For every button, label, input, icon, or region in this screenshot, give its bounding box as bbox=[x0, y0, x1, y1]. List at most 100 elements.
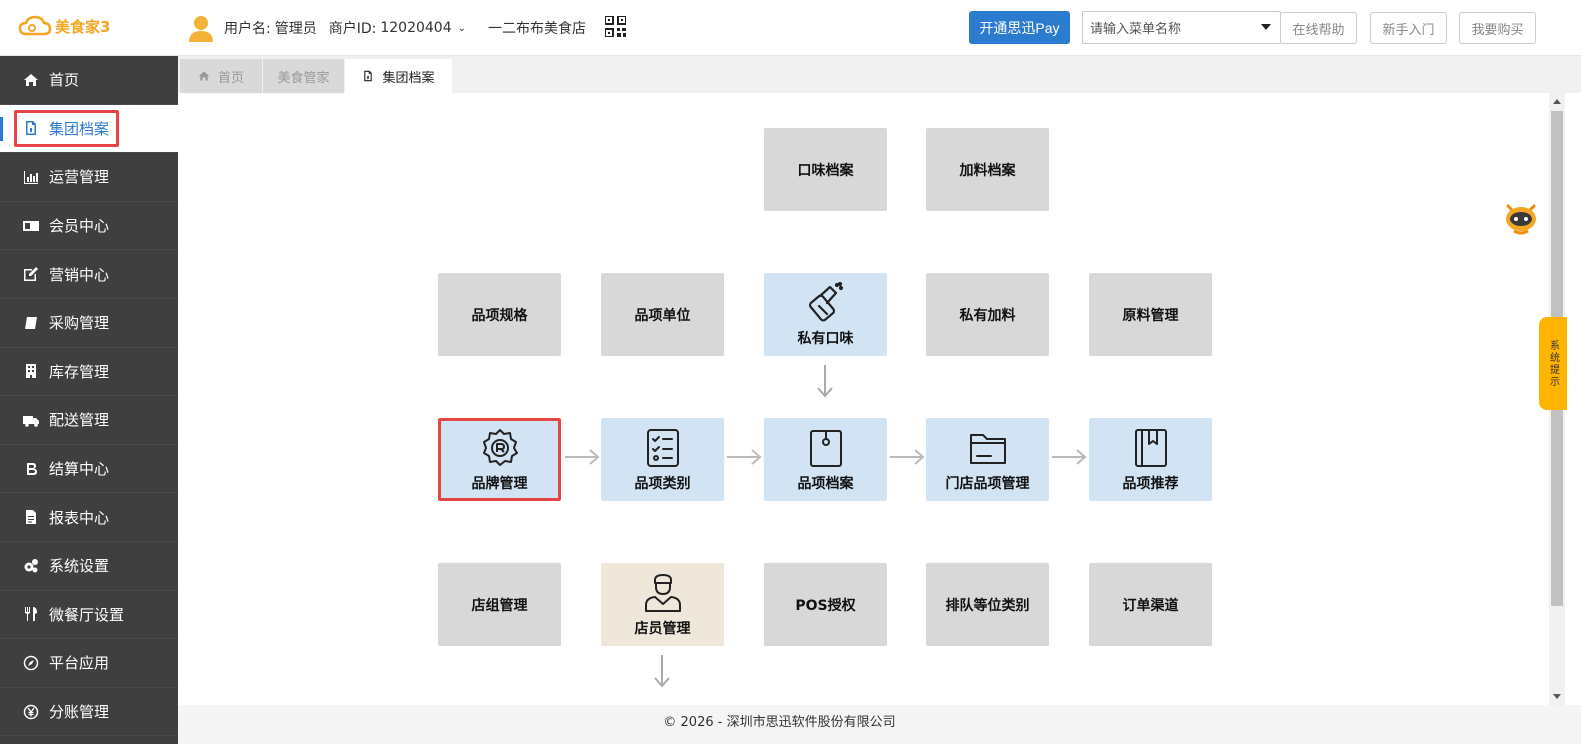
archive-folder-icon bbox=[809, 429, 842, 467]
brand-management-card[interactable]: 品牌管理 bbox=[438, 418, 561, 501]
truck-icon bbox=[23, 415, 39, 427]
sidebar-item-group-archive[interactable]: 集团档案 bbox=[0, 104, 178, 154]
pos-authorization-card[interactable]: POS授权 bbox=[764, 563, 887, 646]
copyright-text: © 2026 - 深圳市思迅软件股份有限公司 bbox=[663, 715, 896, 730]
home-icon bbox=[24, 73, 38, 86]
cutlery-icon bbox=[25, 607, 37, 622]
card-label: 口味档案 bbox=[797, 162, 854, 179]
buy-button[interactable]: 我要购买 bbox=[1459, 12, 1536, 44]
menu-search-placeholder: 请输入菜单名称 bbox=[1090, 22, 1182, 37]
beginner-guide-button[interactable]: 新手入门 bbox=[1370, 12, 1447, 44]
system-tip-tab[interactable]: 系统提示 bbox=[1539, 317, 1567, 410]
tab-label: 美食管家 bbox=[277, 70, 330, 86]
book-icon bbox=[25, 316, 37, 329]
arrow-down-icon bbox=[654, 655, 670, 688]
sidebar-item-label: 系统设置 bbox=[49, 557, 110, 576]
sidebar-item-label: 营销中心 bbox=[49, 265, 110, 284]
folder-icon bbox=[969, 433, 1006, 464]
compass-icon bbox=[23, 655, 39, 671]
caret-down-icon bbox=[1261, 24, 1271, 30]
sidebar-item-micro-restaurant[interactable]: 微餐厅设置 bbox=[0, 591, 178, 640]
sidebar-item-label: 配送管理 bbox=[49, 411, 110, 430]
item-category-card[interactable]: 品项类别 bbox=[601, 418, 724, 501]
user-info[interactable]: 用户名: 管理员 商户ID: 12020404 ⌄ 一二布布美食店 bbox=[188, 14, 590, 42]
card-label: 品项推荐 bbox=[1122, 475, 1179, 492]
merchant-label: 商户ID: bbox=[328, 21, 377, 37]
edit-icon bbox=[24, 267, 38, 282]
tab-group-archive[interactable]: 集团档案 bbox=[345, 59, 452, 93]
card-label: 订单渠道 bbox=[1122, 597, 1179, 614]
sidebar-item-settlement[interactable]: 结算中心 bbox=[0, 445, 178, 494]
arrow-right-icon bbox=[727, 449, 762, 465]
store-group-card[interactable]: 店组管理 bbox=[438, 563, 561, 646]
robot-assistant-icon[interactable] bbox=[1502, 198, 1540, 236]
addon-archive-card[interactable]: 加料档案 bbox=[926, 128, 1049, 211]
card-label: 品项单位 bbox=[634, 307, 691, 324]
staff-management-card[interactable]: 店员管理 bbox=[601, 563, 724, 646]
arrow-right-icon bbox=[1052, 449, 1087, 465]
tab-label: 首页 bbox=[217, 70, 244, 86]
qr-code-icon[interactable] bbox=[605, 16, 626, 37]
sidebar-item-label: 报表中心 bbox=[49, 508, 110, 527]
yen-icon bbox=[23, 704, 39, 719]
archive-flow-panel: 口味档案 加料档案 品项规格 品项单位 私有口味 私有加料 原料管理 品牌管理 … bbox=[178, 93, 1549, 705]
sidebar-item-label: 采购管理 bbox=[49, 314, 110, 333]
merchant-id: 12020404 bbox=[380, 20, 452, 36]
queue-type-card[interactable]: 排队等位类别 bbox=[926, 563, 1049, 646]
card-label: 品项档案 bbox=[797, 475, 854, 492]
private-taste-card[interactable]: 私有口味 bbox=[764, 273, 887, 356]
user-name: 管理员 bbox=[274, 21, 317, 37]
app-logo[interactable]: 美食家3 bbox=[18, 14, 110, 38]
open-pay-button[interactable]: 开通思迅Pay bbox=[969, 11, 1070, 44]
sidebar-item-label: 库存管理 bbox=[49, 362, 110, 381]
bitcoin-icon bbox=[27, 462, 37, 475]
sidebar-item-split-accounts[interactable]: 分账管理 bbox=[0, 688, 178, 737]
sidebar-item-label: 分账管理 bbox=[49, 703, 110, 722]
card-label: 品项类别 bbox=[634, 475, 691, 492]
online-help-button[interactable]: 在线帮助 bbox=[1280, 12, 1357, 44]
sidebar-item-system-settings[interactable]: 系统设置 bbox=[0, 542, 178, 591]
item-spec-card[interactable]: 品项规格 bbox=[438, 273, 561, 356]
sidebar-item-members[interactable]: 会员中心 bbox=[0, 202, 178, 251]
top-header: 美食家3 用户名: 管理员 商户ID: 12020404 ⌄ 一二布布美食店 开… bbox=[0, 0, 1581, 56]
item-unit-card[interactable]: 品项单位 bbox=[601, 273, 724, 356]
private-addon-card[interactable]: 私有加料 bbox=[926, 273, 1049, 356]
sidebar-item-home[interactable]: 首页 bbox=[0, 56, 178, 105]
scroll-up-icon[interactable] bbox=[1553, 99, 1561, 104]
arrow-right-icon bbox=[890, 449, 925, 465]
arrow-right-icon bbox=[565, 449, 600, 465]
sidebar-item-inventory[interactable]: 库存管理 bbox=[0, 348, 178, 397]
tab-food-manager[interactable]: 美食管家 bbox=[263, 59, 344, 93]
card-label: 私有加料 bbox=[959, 307, 1016, 324]
tab-home[interactable]: 首页 bbox=[180, 59, 262, 93]
salt-shaker-icon bbox=[808, 281, 843, 321]
item-recommend-card[interactable]: 品项推荐 bbox=[1089, 418, 1212, 501]
arrow-down-icon bbox=[817, 365, 833, 398]
building-icon bbox=[26, 364, 36, 379]
sidebar-item-operations[interactable]: 运营管理 bbox=[0, 153, 178, 202]
store-name: 一二布布美食店 bbox=[488, 21, 587, 37]
checklist-icon bbox=[646, 428, 679, 467]
store-item-management-card[interactable]: 门店品项管理 bbox=[926, 418, 1049, 501]
cloud-logo-icon bbox=[18, 15, 52, 36]
order-channel-card[interactable]: 订单渠道 bbox=[1089, 563, 1212, 646]
sidebar-item-label: 平台应用 bbox=[49, 654, 110, 673]
sidebar-item-reports[interactable]: 报表中心 bbox=[0, 493, 178, 542]
sidebar-item-purchasing[interactable]: 采购管理 bbox=[0, 299, 178, 348]
item-archive-card[interactable]: 品项档案 bbox=[764, 418, 887, 501]
sidebar-item-label: 运营管理 bbox=[49, 168, 110, 187]
sidebar-item-label: 会员中心 bbox=[49, 217, 110, 236]
material-management-card[interactable]: 原料管理 bbox=[1089, 273, 1212, 356]
scroll-down-icon[interactable] bbox=[1553, 694, 1561, 699]
chevron-down-icon[interactable]: ⌄ bbox=[458, 23, 466, 34]
taste-archive-card[interactable]: 口味档案 bbox=[764, 128, 887, 211]
sidebar-item-platform-apps[interactable]: 平台应用 bbox=[0, 639, 178, 688]
report-icon bbox=[26, 510, 36, 525]
sidebar-item-delivery[interactable]: 配送管理 bbox=[0, 396, 178, 445]
menu-search-select[interactable]: 请输入菜单名称 bbox=[1082, 11, 1281, 44]
logo-text: 美食家3 bbox=[55, 17, 111, 36]
sidebar-item-marketing[interactable]: 营销中心 bbox=[0, 250, 178, 299]
card-label: 店员管理 bbox=[634, 620, 691, 637]
card-label: 品项规格 bbox=[471, 307, 528, 324]
sidebar-item-label: 微餐厅设置 bbox=[49, 605, 125, 624]
